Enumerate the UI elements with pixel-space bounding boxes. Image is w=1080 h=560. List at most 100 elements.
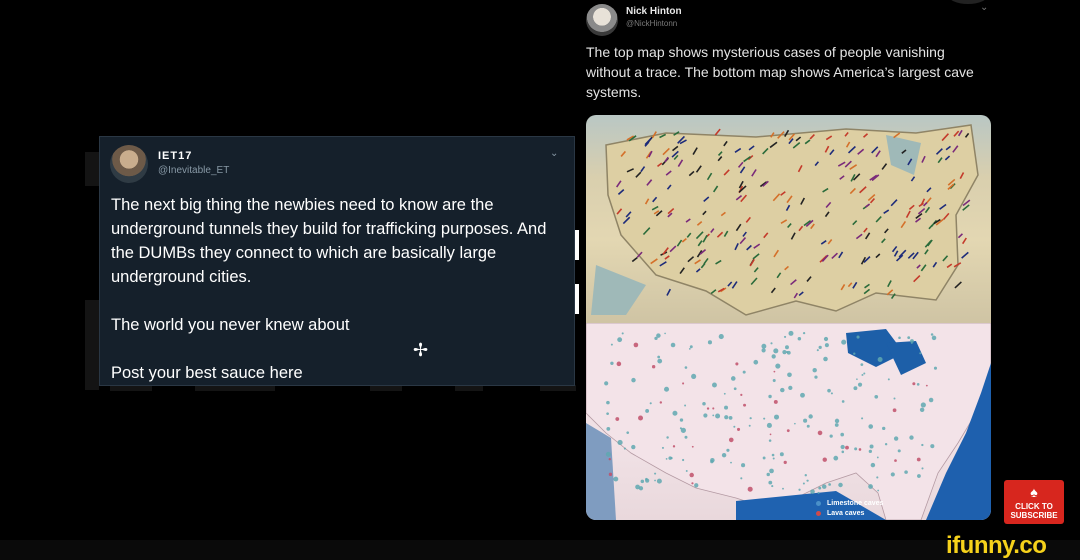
legend-item: Limestone caves xyxy=(816,499,883,509)
cave-marker xyxy=(788,330,794,336)
cave-marker xyxy=(798,488,801,491)
cave-marker xyxy=(802,332,806,335)
cave-marker xyxy=(890,472,895,477)
cave-marker xyxy=(775,363,781,369)
cave-marker xyxy=(638,415,644,421)
cave-marker xyxy=(668,456,672,460)
vanishing-cases-map xyxy=(586,115,991,323)
cave-marker xyxy=(802,482,805,485)
cave-marker xyxy=(814,375,818,379)
cave-marker xyxy=(768,394,772,399)
cave-marker xyxy=(670,342,676,348)
avatar[interactable] xyxy=(586,4,618,36)
cave-marker xyxy=(688,347,691,350)
us-map-pins xyxy=(591,124,979,316)
cave-marker xyxy=(788,385,793,390)
cave-marker xyxy=(771,485,774,488)
cave-marker xyxy=(604,381,609,386)
cave-marker xyxy=(649,402,652,405)
cave-marker xyxy=(631,377,636,383)
legend-label: Limestone caves xyxy=(827,500,884,507)
cave-marker xyxy=(712,414,715,417)
cave-marker xyxy=(771,354,776,359)
cave-marker xyxy=(783,335,787,338)
cave-marker xyxy=(887,378,890,381)
glitch-white-bar xyxy=(575,284,579,314)
cave-marker xyxy=(682,382,685,385)
cave-marker xyxy=(605,451,611,457)
cave-marker xyxy=(666,436,669,439)
glitch-white-bar xyxy=(575,230,579,260)
cave-marker xyxy=(822,457,827,462)
cave-marker xyxy=(921,467,924,470)
cave-marker xyxy=(882,426,886,431)
cave-marker xyxy=(868,449,872,454)
cave-marker xyxy=(858,448,862,451)
map-pin xyxy=(631,256,638,263)
cave-marker xyxy=(617,337,623,343)
cave-marker xyxy=(917,474,921,478)
legend-item: Lava caves xyxy=(816,509,883,519)
cave-marker xyxy=(718,334,724,340)
cave-marker xyxy=(772,379,776,383)
cave-marker xyxy=(818,486,822,490)
cave-marker xyxy=(916,383,920,386)
cave-marker xyxy=(857,382,863,387)
map-pin xyxy=(961,237,967,245)
cave-marker xyxy=(651,365,656,369)
subscribe-button[interactable]: ♠ CLICK TO SUBSCRIBE xyxy=(1004,480,1064,524)
cave-marker xyxy=(664,386,670,392)
chevron-down-icon[interactable]: ⌄ xyxy=(550,148,558,159)
cave-marker xyxy=(925,384,928,387)
legend-label: Lava caves xyxy=(827,510,865,517)
cave-marker xyxy=(810,489,815,494)
cave-marker xyxy=(785,350,789,354)
cave-marker xyxy=(861,417,864,420)
cave-marker xyxy=(724,415,729,420)
cave-marker xyxy=(679,418,684,422)
chevron-down-icon[interactable]: ⌄ xyxy=(980,2,988,13)
cave-marker xyxy=(672,410,678,416)
cave-marker xyxy=(730,376,736,381)
cave-marker xyxy=(654,479,656,482)
cave-marker xyxy=(691,445,694,448)
tweet-body: The next big thing the newbies need to k… xyxy=(111,193,566,409)
cave-marker xyxy=(860,363,864,366)
cave-marker xyxy=(606,400,610,405)
cave-marker xyxy=(766,472,770,477)
cave-marker xyxy=(740,477,743,480)
cave-marker xyxy=(808,414,813,419)
map-legend: Limestone caves Lava caves xyxy=(816,499,883,519)
tweet-image[interactable]: Limestone caves Lava caves xyxy=(586,115,991,520)
cave-marker xyxy=(736,427,741,431)
cave-marker xyxy=(785,345,789,350)
cave-marker xyxy=(904,470,908,474)
cave-marker xyxy=(774,414,780,420)
cave-marker xyxy=(930,444,935,449)
cave-marker xyxy=(834,423,839,427)
cave-marker xyxy=(828,483,831,486)
cave-marker xyxy=(608,458,611,461)
cave-marker xyxy=(741,463,746,468)
author-handle[interactable]: @Inevitable_ET xyxy=(158,165,229,176)
author-name[interactable]: IET17 xyxy=(158,150,192,162)
author-handle[interactable]: @NickHintonn xyxy=(626,19,677,28)
cave-marker xyxy=(761,343,767,349)
cave-marker xyxy=(818,345,822,349)
cave-marker xyxy=(606,412,609,416)
cave-marker xyxy=(787,372,792,378)
subscribe-line1: CLICK TO xyxy=(1015,502,1053,511)
cave-marker xyxy=(854,447,858,451)
cave-marker xyxy=(748,424,751,427)
cave-marker xyxy=(664,332,666,335)
avatar[interactable] xyxy=(110,145,148,183)
map-pin xyxy=(666,288,672,296)
cave-marker xyxy=(876,456,879,459)
glitch-block xyxy=(85,152,99,186)
author-name[interactable]: Nick Hinton xyxy=(626,6,682,17)
cave-marker xyxy=(916,457,921,462)
cave-marker xyxy=(856,378,858,380)
cave-marker xyxy=(909,435,914,440)
cave-marker xyxy=(861,373,864,376)
cave-marker xyxy=(691,373,697,379)
